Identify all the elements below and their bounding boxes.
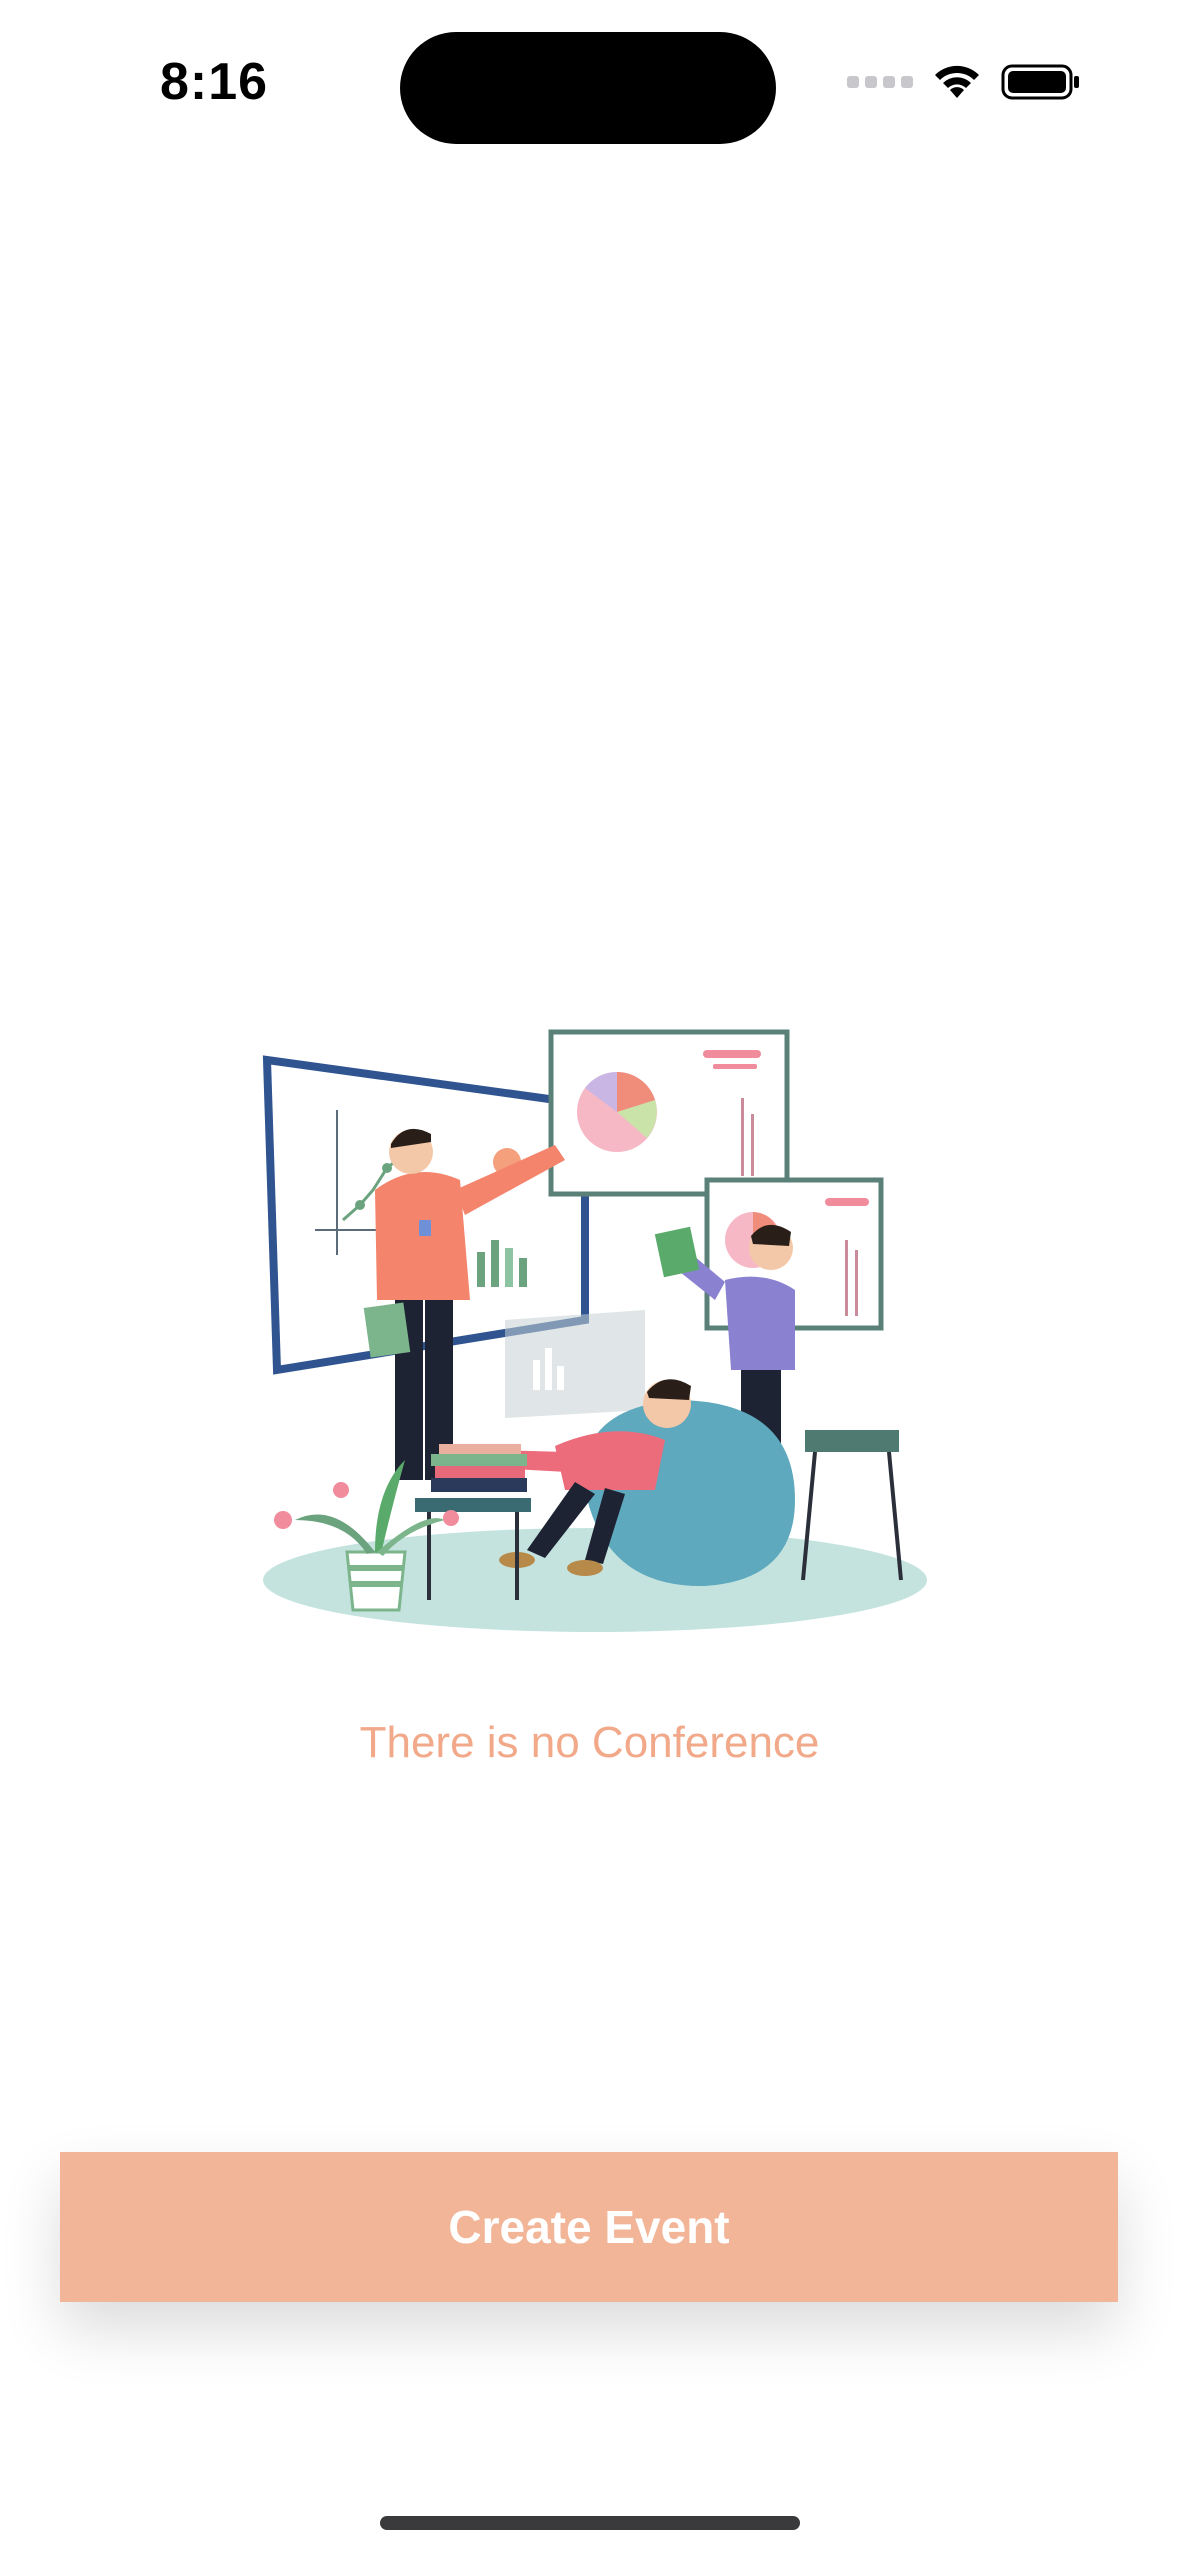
cellular-dots-icon [847, 76, 913, 88]
dynamic-island [400, 32, 776, 144]
wifi-icon [935, 65, 979, 98]
battery-icon [1001, 64, 1079, 100]
status-bar-indicators [847, 62, 1081, 102]
conference-meeting-illustration [262, 1029, 927, 1632]
status-time: 8:16 [160, 53, 269, 111]
create-event-button[interactable]: Create Event [60, 2152, 1118, 2302]
empty-state-message: There is no Conference [359, 1718, 820, 1767]
home-indicator[interactable] [380, 2516, 800, 2530]
